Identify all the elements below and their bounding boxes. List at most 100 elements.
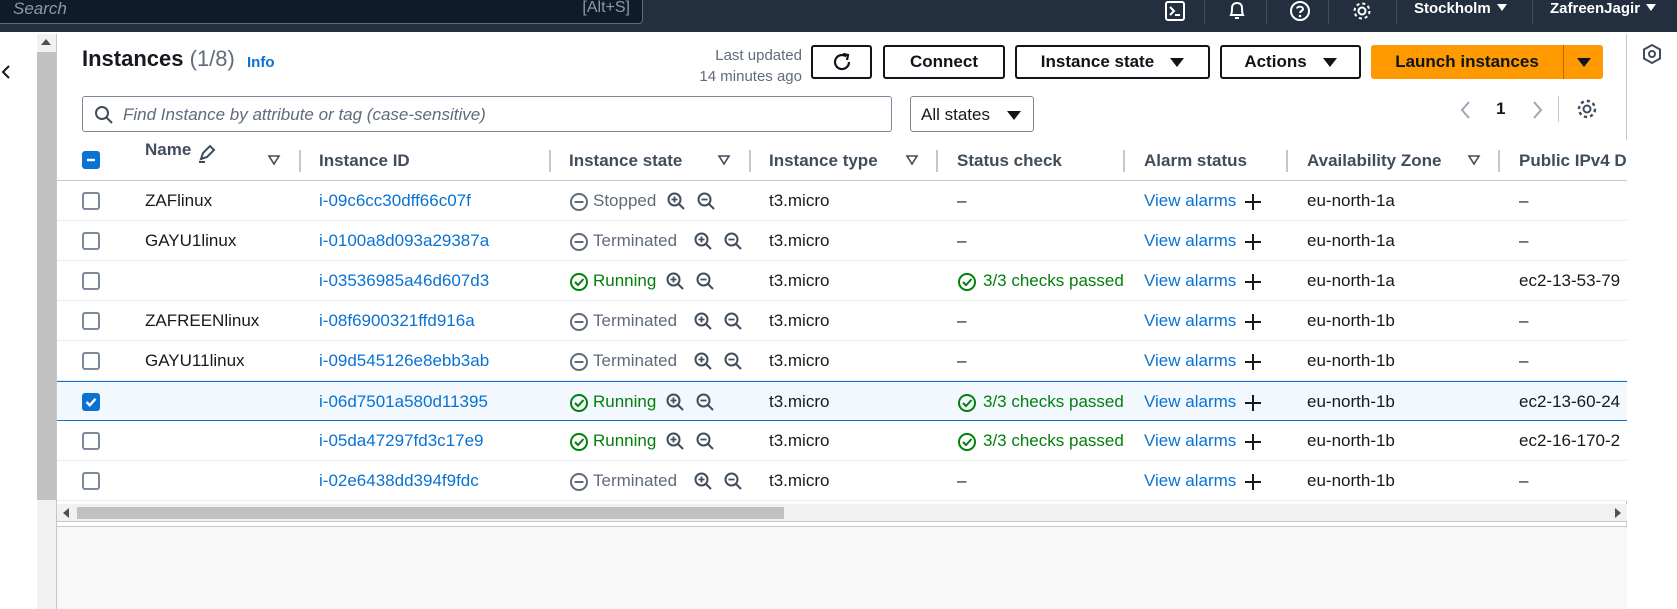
zoom-out-icon[interactable]	[696, 191, 716, 211]
account-menu[interactable]: ZafreenJagir	[1550, 0, 1657, 17]
next-page-icon[interactable]	[1527, 98, 1547, 122]
previous-page-icon[interactable]	[1456, 98, 1476, 122]
col-instance-type[interactable]: Instance type	[769, 151, 878, 171]
table-row[interactable]: ZAFlinux i-09c6cc30dff66c07f Stopped t3.mic…	[57, 181, 1627, 221]
instance-id-link[interactable]: i-0100a8d093a29387a	[319, 231, 489, 251]
zoom-in-icon[interactable]	[693, 351, 713, 371]
zoom-out-icon[interactable]	[723, 311, 743, 331]
column-divider[interactable]	[1123, 150, 1125, 172]
view-alarms-link[interactable]: View alarms	[1144, 392, 1236, 412]
info-link[interactable]: Info	[247, 54, 275, 71]
row-checkbox[interactable]	[82, 272, 100, 290]
zoom-out-icon[interactable]	[723, 471, 743, 491]
view-alarms-link[interactable]: View alarms	[1144, 191, 1236, 211]
current-page[interactable]: 1	[1496, 99, 1505, 119]
sort-caret-icon[interactable]	[1467, 154, 1481, 166]
preferences-gear-icon[interactable]	[1575, 97, 1599, 121]
add-alarm-plus-icon[interactable]	[1244, 353, 1262, 371]
feedback-icon[interactable]	[1641, 43, 1663, 65]
row-checkbox[interactable]	[82, 352, 100, 370]
instance-id-link[interactable]: i-09d545126e8ebb3ab	[319, 351, 489, 371]
sort-caret-icon[interactable]	[717, 154, 731, 166]
horizontal-scroll-thumb[interactable]	[77, 507, 784, 519]
zoom-in-icon[interactable]	[693, 231, 713, 251]
sort-caret-icon[interactable]	[905, 154, 919, 166]
zoom-in-icon[interactable]	[665, 392, 685, 412]
row-checkbox[interactable]	[82, 312, 100, 330]
column-divider[interactable]	[1498, 150, 1500, 172]
col-instance-id[interactable]: Instance ID	[319, 151, 410, 171]
view-alarms-link[interactable]: View alarms	[1144, 431, 1236, 451]
row-checkbox[interactable]	[82, 393, 100, 411]
row-checkbox[interactable]	[82, 192, 100, 210]
row-checkbox[interactable]	[82, 232, 100, 250]
add-alarm-plus-icon[interactable]	[1244, 193, 1262, 211]
column-divider[interactable]	[299, 150, 301, 172]
instance-state-dropdown[interactable]: Instance state	[1015, 45, 1210, 79]
zoom-out-icon[interactable]	[695, 431, 715, 451]
row-checkbox[interactable]	[82, 472, 100, 490]
sort-caret-icon[interactable]	[267, 154, 281, 166]
row-checkbox[interactable]	[82, 432, 100, 450]
table-row[interactable]: i-02e6438dd394f9fdc Terminated t3.micro – Vi…	[57, 461, 1627, 501]
instance-id-link[interactable]: i-08f6900321ffd916a	[319, 311, 475, 331]
view-alarms-link[interactable]: View alarms	[1144, 351, 1236, 371]
instance-id-link[interactable]: i-03536985a46d607d3	[319, 271, 489, 291]
instance-id-link[interactable]: i-05da47297fd3c17e9	[319, 431, 483, 451]
col-status-check[interactable]: Status check	[957, 151, 1062, 171]
view-alarms-link[interactable]: View alarms	[1144, 231, 1236, 251]
actions-dropdown[interactable]: Actions	[1220, 45, 1361, 79]
horizontal-scrollbar[interactable]	[57, 504, 1627, 522]
zoom-in-icon[interactable]	[665, 431, 685, 451]
add-alarm-plus-icon[interactable]	[1244, 433, 1262, 451]
help-icon[interactable]	[1287, 0, 1313, 22]
view-alarms-link[interactable]: View alarms	[1144, 471, 1236, 491]
scroll-right-arrow-icon[interactable]	[1615, 508, 1621, 518]
col-instance-state[interactable]: Instance state	[569, 151, 682, 171]
instance-id-link[interactable]: i-02e6438dd394f9fdc	[319, 471, 479, 491]
col-name[interactable]: Name	[145, 140, 191, 160]
select-all-checkbox[interactable]	[82, 151, 100, 169]
instance-id-link[interactable]: i-09c6cc30dff66c07f	[319, 191, 471, 211]
cloudshell-icon[interactable]	[1162, 0, 1188, 22]
table-row[interactable]: GAYU1linux i-0100a8d093a29387a Terminated t…	[57, 221, 1627, 261]
gear-icon[interactable]	[1349, 0, 1375, 22]
add-alarm-plus-icon[interactable]	[1244, 233, 1262, 251]
table-row[interactable]: i-06d7501a580d11395 Running t3.micro 3/3 ch…	[57, 381, 1627, 421]
column-divider[interactable]	[749, 150, 751, 172]
col-availability-zone[interactable]: Availability Zone	[1307, 151, 1441, 171]
add-alarm-plus-icon[interactable]	[1244, 313, 1262, 331]
scroll-up-arrow-icon[interactable]	[41, 39, 51, 45]
search-input[interactable]: Search [Alt+S]	[0, 0, 643, 24]
table-row[interactable]: i-03536985a46d607d3 Running t3.micro 3/3 ch…	[57, 261, 1627, 301]
connect-button[interactable]: Connect	[883, 45, 1005, 79]
table-row[interactable]: ZAFREENlinux i-08f6900321ffd916a Terminate…	[57, 301, 1627, 341]
zoom-in-icon[interactable]	[666, 191, 686, 211]
refresh-button[interactable]	[811, 45, 872, 79]
column-divider[interactable]	[549, 150, 551, 172]
scroll-left-arrow-icon[interactable]	[63, 508, 69, 518]
instance-id-link[interactable]: i-06d7501a580d11395	[319, 392, 488, 412]
column-divider[interactable]	[936, 150, 938, 172]
launch-instances-button[interactable]: Launch instances	[1371, 45, 1563, 79]
launch-options-dropdown[interactable]	[1563, 45, 1603, 79]
col-alarm-status[interactable]: Alarm status	[1144, 151, 1247, 171]
zoom-in-icon[interactable]	[665, 271, 685, 291]
add-alarm-plus-icon[interactable]	[1244, 394, 1262, 412]
table-row[interactable]: i-05da47297fd3c17e9 Running t3.micro 3/3 ch…	[57, 421, 1627, 461]
column-divider[interactable]	[1286, 150, 1288, 172]
region-selector[interactable]: Stockholm	[1414, 0, 1507, 17]
bell-icon[interactable]	[1224, 0, 1250, 22]
states-select[interactable]: All states	[910, 96, 1034, 132]
search-filter-input[interactable]: Find Instance by attribute or tag (case-…	[82, 96, 892, 132]
zoom-out-icon[interactable]	[723, 351, 743, 371]
add-alarm-plus-icon[interactable]	[1244, 473, 1262, 491]
add-alarm-plus-icon[interactable]	[1244, 273, 1262, 291]
zoom-in-icon[interactable]	[693, 471, 713, 491]
zoom-out-icon[interactable]	[723, 231, 743, 251]
vertical-scroll-thumb[interactable]	[37, 52, 56, 500]
zoom-in-icon[interactable]	[693, 311, 713, 331]
view-alarms-link[interactable]: View alarms	[1144, 311, 1236, 331]
table-row[interactable]: GAYU11linux i-09d545126e8ebb3ab Terminated…	[57, 341, 1627, 381]
zoom-out-icon[interactable]	[695, 271, 715, 291]
